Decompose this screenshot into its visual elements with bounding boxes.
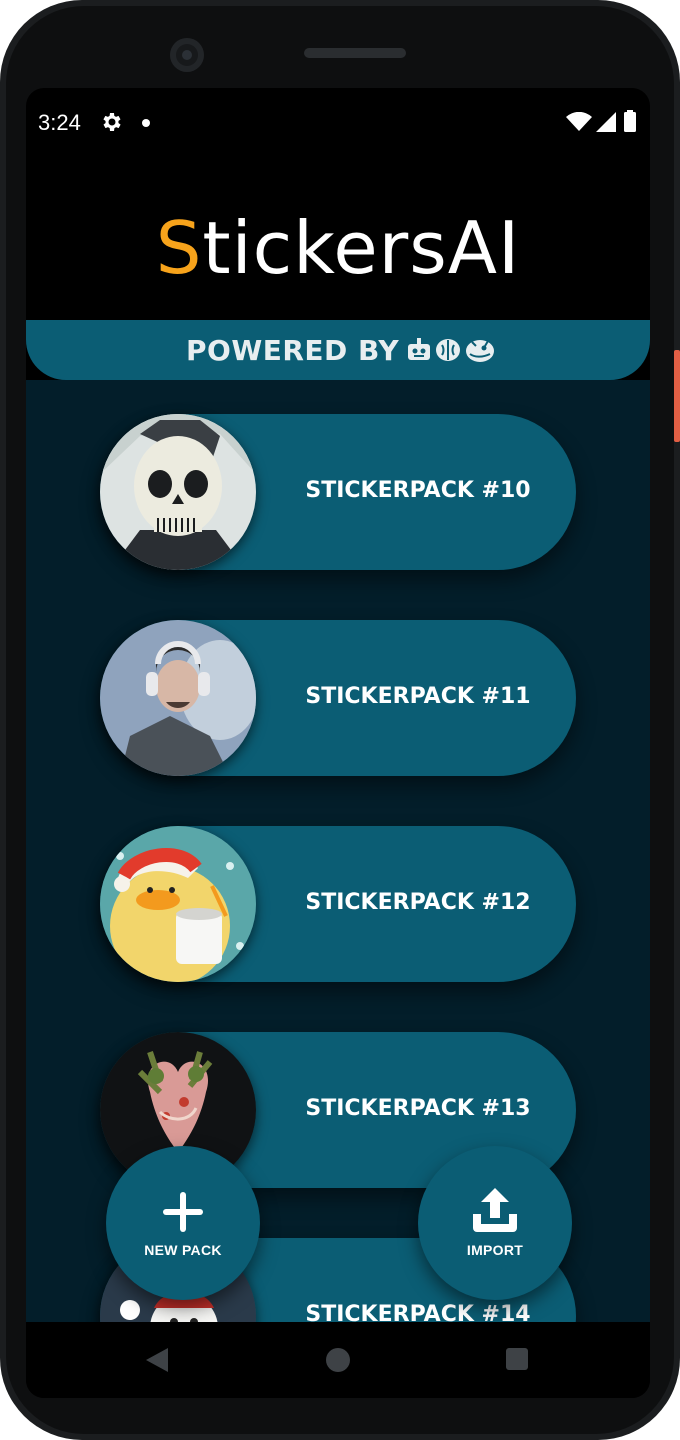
app-header: StickersAI [26,158,650,320]
logo-text: tickersAI [202,206,521,290]
sticker-pack-card[interactable]: STICKERPACK #12 [100,826,576,982]
import-label: IMPORT [466,1242,524,1258]
wifi-icon [566,112,592,131]
pack-name: STICKERPACK #11 [305,684,531,709]
pack-name: STICKERPACK #10 [305,478,531,503]
app-logo: StickersAI [26,206,650,290]
pack-thumbnail [100,826,256,982]
home-icon[interactable] [326,1348,350,1372]
new-pack-label: NEW PACK [144,1242,222,1258]
power-button [674,350,680,442]
pack-thumbnail [100,620,256,776]
phone-frame: 3:24 StickersAI POWERED BY STICKERPACK #… [0,0,680,1440]
recents-icon[interactable] [506,1348,528,1370]
powered-by-banner: POWERED BY [26,320,650,380]
system-navigation-bar [26,1322,650,1398]
app-screen: 3:24 StickersAI POWERED BY STICKERPACK #… [26,88,650,1398]
pack-thumbnail [100,414,256,570]
brain-icon [436,339,460,361]
import-button[interactable]: IMPORT [418,1146,572,1300]
powered-by-icons [408,338,494,362]
back-icon[interactable] [146,1348,168,1372]
logo-accent-letter: S [155,206,203,290]
front-camera [170,38,204,72]
sticker-pack-card[interactable]: STICKERPACK #11 [100,620,576,776]
pack-name: STICKERPACK #12 [305,890,531,915]
earpiece-speaker [304,48,406,58]
gear-icon [103,113,121,131]
notification-dot-icon [142,119,150,127]
status-bar: 3:24 [26,88,650,158]
signal-icon [596,112,616,132]
robot-icon [408,338,430,360]
sticker-pack-card[interactable]: STICKERPACK #10 [100,414,576,570]
plus-icon [163,1192,203,1232]
powered-by-label: POWERED BY [186,334,400,367]
upload-icon [473,1188,517,1232]
battery-icon [624,110,636,132]
camera-lens [182,50,192,60]
dragon-icon [466,340,494,362]
status-time: 3:24 [38,110,81,135]
new-pack-button[interactable]: NEW PACK [106,1146,260,1300]
pack-name: STICKERPACK #13 [305,1096,531,1121]
pack-name: STICKERPACK #14 [305,1302,531,1322]
sticker-pack-list[interactable]: STICKERPACK #10 STICKERPACK #11 STICKERP… [26,380,650,1322]
